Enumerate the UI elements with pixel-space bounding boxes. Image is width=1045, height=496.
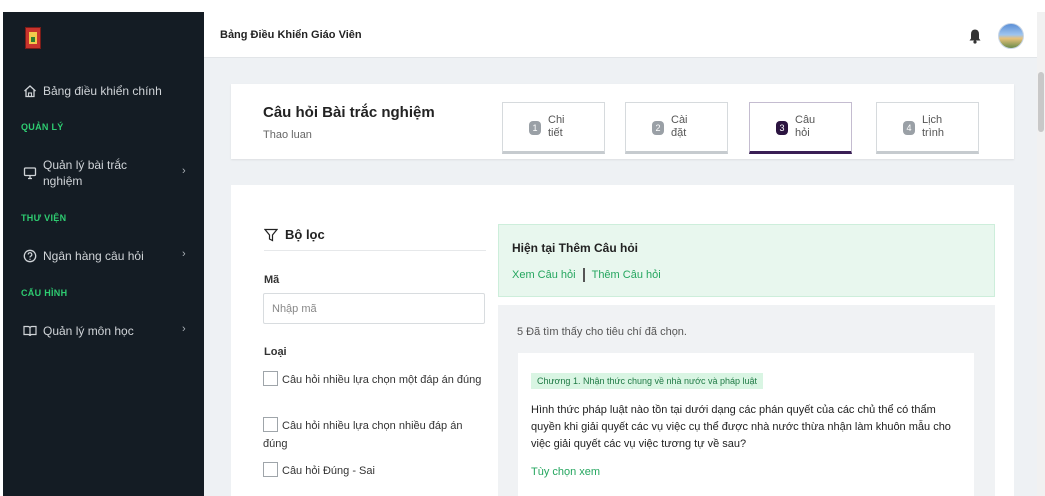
window-top-edge — [0, 0, 1045, 12]
question-text: Hình thức pháp luật nào tồn tại dưới dạn… — [531, 404, 951, 450]
question-card: Chương 1. Nhận thức chung về nhà nước và… — [518, 353, 974, 496]
code-input[interactable] — [263, 293, 485, 324]
mode-links: Xem Câu hỏi Thêm Câu hỏi — [512, 268, 661, 282]
step-label: Lịch trình — [922, 114, 962, 140]
sidebar-item-dashboard[interactable]: Bảng điều khiển chính — [3, 82, 204, 100]
step-label: Câu hỏi — [795, 114, 835, 140]
sidebar-item-label: Quản lý môn học — [43, 324, 134, 338]
bell-icon[interactable] — [968, 28, 982, 44]
current-mode-banner: Hiện tại Thêm Câu hỏi Xem Câu hỏi Thêm C… — [498, 224, 995, 297]
quiz-title: Câu hỏi Bài trắc nghiệm — [263, 104, 435, 121]
current-mode-title: Hiện tại Thêm Câu hỏi — [512, 241, 639, 255]
sidebar-item-label: Bảng điều khiển chính — [43, 84, 162, 98]
sidebar: Bảng điều khiển chính QUẢN LÝ Quản lý bà… — [3, 12, 204, 496]
top-bar: Bảng Điều Khiển Giáo Viên — [204, 12, 1045, 58]
checkbox[interactable] — [263, 417, 278, 432]
window-left-edge — [0, 0, 3, 496]
question-editor-card: Bộ lọc Mã Loại Câu hỏi nhiều lựa chọn mộ… — [231, 185, 1014, 496]
chapter-tag: Chương 1. Nhận thức chung về nhà nước và… — [531, 373, 764, 389]
divider — [264, 250, 486, 251]
home-icon — [24, 85, 36, 98]
page-title: Bảng Điều Khiển Giáo Viên — [220, 29, 362, 41]
checkbox[interactable] — [263, 462, 278, 477]
type-option-true-false[interactable]: Câu hỏi Đúng - Sai — [263, 462, 488, 480]
sidebar-item-question-bank[interactable]: Ngân hàng câu hỏi › — [3, 247, 204, 265]
step-label-line2: hỏi — [795, 127, 810, 139]
step-tab-questions[interactable]: 3 Câu hỏi — [749, 102, 852, 154]
chevron-right-icon: › — [182, 248, 186, 260]
step-label-line2: đặt — [671, 127, 687, 139]
filter-panel-title: Bộ lọc — [264, 227, 325, 242]
type-label: Loại — [264, 346, 287, 358]
monitor-icon — [23, 167, 37, 180]
avatar[interactable] — [998, 23, 1024, 49]
quiz-subtitle: Thao luan — [263, 129, 312, 141]
filter-icon — [264, 228, 278, 241]
type-option-label: Câu hỏi nhiều lựa chọn một đáp án đúng — [282, 374, 482, 386]
sidebar-item-quiz-management[interactable]: Quản lý bài trắc nghiệm › — [3, 156, 204, 190]
type-option-multiple-choice[interactable]: Câu hỏi nhiều lựa chọn nhiều đáp án đúng — [263, 417, 488, 453]
step-label: Chi tiết — [548, 114, 588, 140]
link-separator — [582, 268, 585, 282]
code-label: Mã — [264, 274, 280, 286]
page-scrollbar[interactable] — [1037, 12, 1045, 496]
step-tab-settings[interactable]: 2 Cài đặt — [625, 102, 728, 154]
step-number: 2 — [652, 121, 664, 135]
step-number: 1 — [529, 121, 541, 135]
filter-title-text: Bộ lọc — [285, 227, 325, 242]
chevron-right-icon: › — [182, 165, 186, 177]
step-number: 4 — [903, 121, 915, 135]
step-tab-details[interactable]: 1 Chi tiết — [502, 102, 605, 154]
sidebar-item-label: Quản lý bài trắc nghiệm — [43, 157, 127, 189]
sidebar-item-label-line1: Quản lý bài trắc — [43, 158, 128, 172]
sidebar-item-label-line2: nghiệm — [43, 174, 83, 188]
step-label-line2: tiết — [548, 127, 563, 139]
results-panel: 5 Đã tìm thấy cho tiêu chí đã chọn. Chươ… — [498, 305, 995, 496]
step-label-line1: Câu — [795, 114, 816, 126]
section-title-management: QUẢN LÝ — [21, 122, 64, 132]
type-option-label: Câu hỏi Đúng - Sai — [282, 465, 375, 477]
step-tab-schedule[interactable]: 4 Lịch trình — [876, 102, 979, 154]
book-open-icon — [23, 325, 37, 337]
section-title-library: THƯ VIỆN — [21, 213, 67, 223]
step-label: Cài đặt — [671, 114, 711, 140]
results-count: 5 Đã tìm thấy cho tiêu chí đã chọn. — [517, 326, 687, 338]
quiz-header-card: Câu hỏi Bài trắc nghiệm Thao luan 1 Chi t… — [231, 84, 1014, 159]
view-options-link[interactable]: Tùy chọn xem — [531, 466, 600, 478]
type-option-label: Câu hỏi nhiều lựa chọn nhiều đáp án đúng — [263, 420, 463, 450]
chevron-right-icon: › — [182, 323, 186, 335]
view-questions-link[interactable]: Xem Câu hỏi — [512, 269, 576, 281]
question-circle-icon — [23, 249, 37, 263]
scrollbar-thumb[interactable] — [1038, 72, 1044, 132]
add-questions-link[interactable]: Thêm Câu hỏi — [592, 269, 661, 281]
step-number: 3 — [776, 121, 788, 135]
checkbox[interactable] — [263, 371, 278, 386]
step-label-line2: trình — [922, 127, 945, 139]
step-label-line1: Lịch — [922, 114, 943, 126]
sidebar-item-subject-management[interactable]: Quản lý môn học › — [3, 322, 204, 340]
step-label-line1: Chi — [548, 114, 565, 126]
step-label-line1: Cài — [671, 114, 688, 126]
sidebar-item-label: Ngân hàng câu hỏi — [43, 249, 144, 263]
type-option-single-choice[interactable]: Câu hỏi nhiều lựa chọn một đáp án đúng — [263, 371, 488, 389]
section-title-config: CẤU HÌNH — [21, 288, 68, 298]
app-logo[interactable] — [25, 27, 41, 49]
